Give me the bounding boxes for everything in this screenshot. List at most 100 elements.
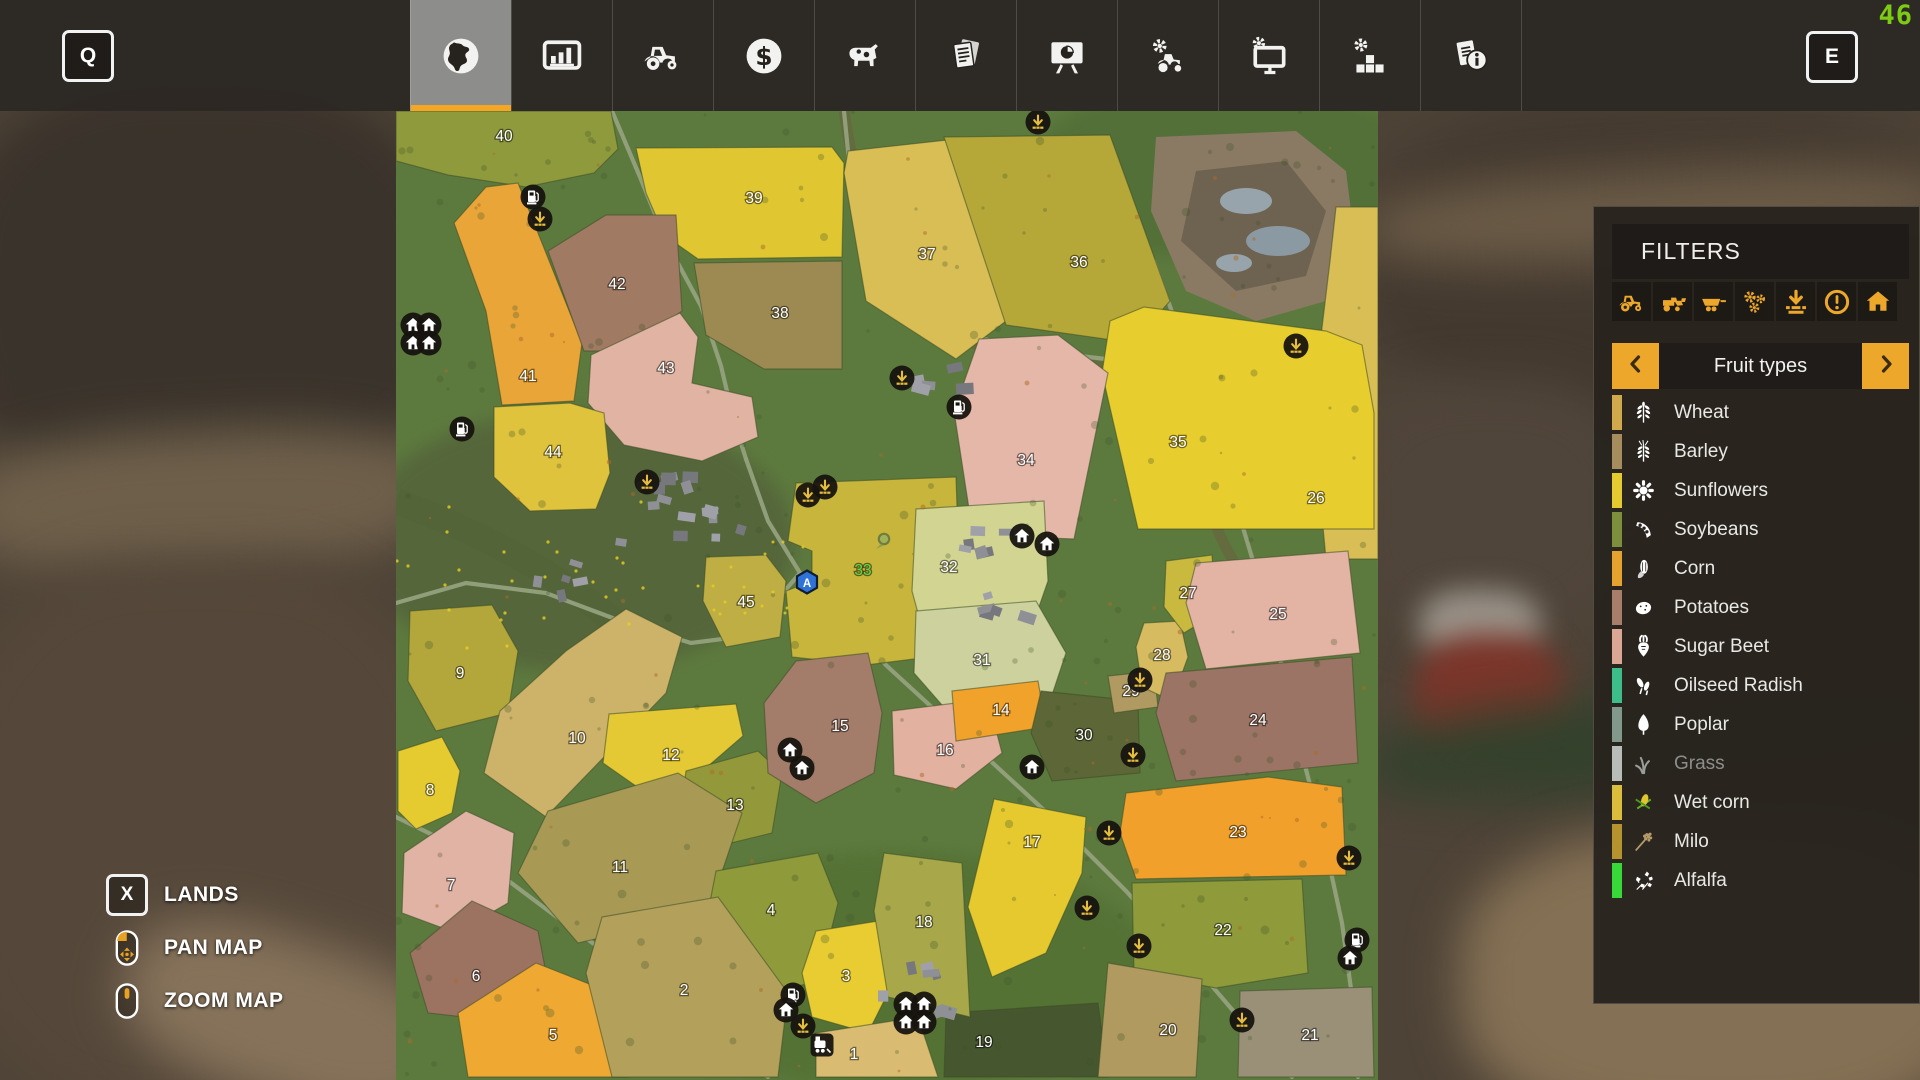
soybean-icon: [1630, 516, 1657, 543]
field-number-45: 45: [737, 594, 754, 611]
map-marker-house[interactable]: [1010, 524, 1035, 549]
download-icon: [1781, 287, 1811, 317]
map-marker-sell-point[interactable]: [813, 475, 838, 500]
field-number-3: 3: [842, 968, 851, 985]
map-marker-sell-point[interactable]: [1097, 821, 1122, 846]
keyboard-key-x[interactable]: X: [106, 874, 148, 916]
map-marker-sell-point[interactable]: [1121, 743, 1146, 768]
fruit-type-label: Soybeans: [1674, 519, 1759, 541]
filter-type-selector: Fruit types: [1612, 343, 1909, 389]
filter-category-trailer[interactable]: [1694, 282, 1733, 321]
field-number-13: 13: [726, 797, 743, 814]
barley-icon: [1630, 438, 1657, 465]
map-marker-house[interactable]: [912, 1010, 937, 1035]
map-marker-sell-point[interactable]: [1127, 934, 1152, 959]
tab-display-settings[interactable]: [1218, 0, 1319, 111]
map-marker-sell-point[interactable]: [1284, 334, 1309, 359]
tab-garage[interactable]: [1117, 0, 1218, 111]
map-marker-house[interactable]: [1035, 532, 1060, 557]
field-number-5: 5: [549, 1027, 558, 1044]
village-building: [661, 472, 676, 485]
map-marker-marker-a[interactable]: A: [797, 571, 817, 594]
hotkey-next-tab[interactable]: E: [1806, 31, 1858, 83]
fruit-type-row-alfalfa[interactable]: Alfalfa: [1594, 861, 1919, 900]
legend-lands: X LANDS: [100, 872, 284, 918]
fruit-type-label: Oilseed Radish: [1674, 675, 1803, 697]
filter-category-house[interactable]: [1858, 282, 1897, 321]
field-number-1: 1: [850, 1046, 859, 1063]
field-35[interactable]: [1102, 307, 1374, 529]
tab-finances[interactable]: $: [713, 0, 814, 111]
field-number-15: 15: [831, 718, 848, 735]
fruit-type-row-soybeans[interactable]: Soybeans: [1594, 510, 1919, 549]
filter-category-tractor[interactable]: [1612, 282, 1651, 321]
chevron-left-icon: [1624, 352, 1648, 376]
fruit-color-swatch: [1612, 512, 1622, 547]
fruit-type-label: Corn: [1674, 558, 1715, 580]
hotkey-prev-tab[interactable]: Q: [62, 30, 114, 82]
sugar-beet-icon: [1630, 633, 1657, 660]
fruit-type-row-wheat[interactable]: Wheat: [1594, 393, 1919, 432]
field-20[interactable]: [1098, 963, 1202, 1077]
fruit-type-row-barley[interactable]: Barley: [1594, 432, 1919, 471]
filter-category-download[interactable]: [1776, 282, 1815, 321]
map-marker-fuel[interactable]: [450, 417, 475, 442]
field-number-11: 11: [612, 859, 628, 876]
fruit-color-swatch: [1612, 395, 1622, 430]
fruit-type-row-sugar-beet[interactable]: Sugar Beet: [1594, 627, 1919, 666]
tab-game-settings[interactable]: [1319, 0, 1420, 111]
world-map[interactable]: 4039373626414238434435349108453332311213…: [396, 111, 1378, 1080]
map-marker-sell-point[interactable]: [890, 366, 915, 391]
tab-map[interactable]: [410, 0, 511, 111]
tab-production[interactable]: [1016, 0, 1117, 111]
map-marker-house[interactable]: [417, 331, 442, 356]
cow-icon: [843, 34, 887, 78]
selector-prev-button[interactable]: [1612, 343, 1659, 389]
map-marker-fuel[interactable]: [521, 185, 546, 210]
map-marker-sell-point[interactable]: [1230, 1008, 1255, 1033]
wheat-icon: [1630, 399, 1657, 426]
fruit-type-row-oilseed-radish[interactable]: Oilseed Radish: [1594, 666, 1919, 705]
tab-contracts[interactable]: [915, 0, 1016, 111]
field-number-37: 37: [918, 246, 935, 263]
tab-help[interactable]: [1420, 0, 1522, 111]
fruit-type-label: Grass: [1674, 753, 1725, 775]
fruit-color-swatch: [1612, 473, 1622, 508]
filter-category-gears[interactable]: [1735, 282, 1774, 321]
fruit-type-row-sunflowers[interactable]: Sunflowers: [1594, 471, 1919, 510]
map-marker-sell-point[interactable]: [1337, 846, 1362, 871]
tab-vehicles[interactable]: [612, 0, 713, 111]
field-number-26: 26: [1307, 490, 1324, 507]
fruit-type-row-grass[interactable]: Grass: [1594, 744, 1919, 783]
fruit-color-swatch: [1612, 785, 1622, 820]
controls-legend: X LANDS PAN MAP ZOOM MAP: [100, 872, 284, 1031]
documents-icon: [944, 34, 988, 78]
fruit-type-row-milo[interactable]: Milo: [1594, 822, 1919, 861]
fruit-type-row-corn[interactable]: Corn: [1594, 549, 1919, 588]
selector-next-button[interactable]: [1862, 343, 1909, 389]
alfalfa-icon: [1630, 867, 1657, 894]
map-marker-sell-point[interactable]: [528, 207, 553, 232]
filter-category-harvester[interactable]: [1653, 282, 1692, 321]
map-marker-fuel[interactable]: [947, 395, 972, 420]
fruit-color-swatch: [1612, 590, 1622, 625]
filter-category-alert[interactable]: [1817, 282, 1856, 321]
map-marker-house[interactable]: [774, 998, 799, 1023]
map-marker-sell-point[interactable]: [1075, 896, 1100, 921]
map-marker-house[interactable]: [1020, 755, 1045, 780]
map-marker-sell-point[interactable]: [1128, 668, 1153, 693]
legend-pan-map: PAN MAP: [100, 925, 284, 971]
map-marker-house[interactable]: [1338, 946, 1363, 971]
tab-animals[interactable]: [814, 0, 915, 111]
fruit-type-row-potatoes[interactable]: Potatoes: [1594, 588, 1919, 627]
fruit-type-row-poplar[interactable]: Poplar: [1594, 705, 1919, 744]
field-number-25: 25: [1269, 606, 1286, 623]
tab-statistics[interactable]: [511, 0, 612, 111]
map-marker-house[interactable]: [790, 756, 815, 781]
oilseed-radish-icon: [1630, 672, 1657, 699]
map-canvas[interactable]: 4039373626414238434435349108453332311213…: [396, 111, 1378, 1080]
map-marker-sell-point[interactable]: [635, 470, 660, 495]
fruit-type-row-wet-corn[interactable]: Wet corn: [1594, 783, 1919, 822]
map-marker-train[interactable]: [811, 1034, 834, 1057]
tractor-icon: [1617, 287, 1647, 317]
